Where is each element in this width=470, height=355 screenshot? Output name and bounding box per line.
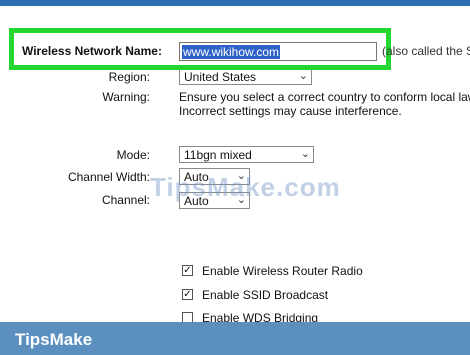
warning-text-line1: Ensure you select a correct country to c… [179, 90, 470, 104]
warning-text-line2: Incorrect settings may cause interferenc… [179, 104, 402, 118]
region-value: United States [184, 70, 257, 84]
region-select[interactable]: United States ⌄ [179, 68, 312, 85]
channel-label: Channel: [101, 193, 150, 207]
checkbox-label: Enable Wireless Router Radio [202, 264, 363, 278]
network-name-hint: (also called the S [382, 44, 470, 58]
ssid-broadcast-checkbox[interactable]: ✓ [182, 289, 193, 300]
network-name-label: Wireless Network Name: [22, 44, 162, 58]
mode-value: 11bgn mixed [184, 148, 252, 162]
footer-brand-logo: TipsMake [15, 330, 93, 349]
checkbox-label: Enable SSID Broadcast [202, 288, 329, 302]
warning-label: Warning: [102, 90, 150, 104]
network-name-value: www.wikihow.com [182, 45, 281, 59]
region-label: Region: [108, 70, 150, 84]
footer-bar: TipsMake [0, 322, 470, 355]
mode-select[interactable]: 11bgn mixed ⌄ [179, 146, 314, 163]
checkmark-icon: ✓ [183, 265, 192, 276]
mode-label: Mode: [116, 148, 150, 162]
watermark-text: TipsMake.com [150, 172, 341, 202]
checkmark-icon: ✓ [183, 289, 192, 300]
network-name-input[interactable]: www.wikihow.com [179, 42, 377, 61]
chevron-down-icon: ⌄ [300, 148, 310, 160]
channel-width-label: Channel Width: [67, 170, 150, 184]
wireless-radio-checkbox[interactable]: ✓ [182, 265, 193, 276]
chevron-down-icon: ⌄ [298, 70, 308, 82]
